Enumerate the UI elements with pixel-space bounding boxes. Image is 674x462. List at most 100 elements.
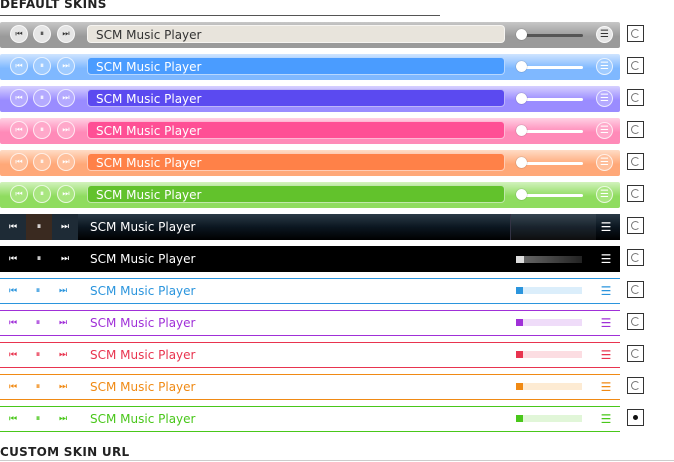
- skin-radio-flat-green[interactable]: [627, 409, 644, 426]
- playlist-icon[interactable]: ☰: [597, 218, 615, 236]
- next-icon[interactable]: ⏭: [57, 25, 75, 43]
- skin-preview-black-glass[interactable]: ⏮ ⏸ ⏭ SCM Music Player ☰: [0, 214, 620, 240]
- playlist-icon[interactable]: ☰: [597, 282, 615, 300]
- pause-icon[interactable]: ⏸: [33, 185, 51, 203]
- prev-icon[interactable]: ⏮: [10, 57, 28, 75]
- prev-icon[interactable]: ⏮: [0, 214, 26, 240]
- prev-icon[interactable]: ⏮: [4, 282, 22, 300]
- pause-icon[interactable]: ⏸: [26, 214, 52, 240]
- volume-knob[interactable]: [516, 157, 527, 168]
- playlist-icon[interactable]: ☰: [597, 314, 615, 332]
- radio-indicator: [631, 93, 640, 102]
- prev-icon[interactable]: ⏮: [10, 89, 28, 107]
- volume-area[interactable]: [510, 214, 596, 240]
- prev-icon[interactable]: ⏮: [4, 410, 22, 428]
- volume-slider[interactable]: [516, 415, 582, 422]
- volume-knob[interactable]: [516, 319, 523, 326]
- skin-preview-flat-green[interactable]: ⏮ ⏸ ⏭ SCM Music Player ☰: [0, 406, 620, 432]
- next-icon[interactable]: ⏭: [54, 314, 72, 332]
- skin-option-black: ⏮ ⏸ ⏭ SCM Music Player ☰: [0, 246, 674, 272]
- skin-preview-black[interactable]: ⏮ ⏸ ⏭ SCM Music Player ☰: [0, 246, 620, 272]
- playlist-icon[interactable]: ☰: [597, 378, 615, 396]
- prev-icon[interactable]: ⏮: [10, 185, 28, 203]
- pause-icon[interactable]: ⏸: [26, 246, 52, 272]
- volume-knob[interactable]: [516, 125, 527, 136]
- next-icon[interactable]: ⏭: [57, 185, 75, 203]
- skin-radio-flat-purple[interactable]: [627, 313, 644, 330]
- volume-knob[interactable]: [516, 93, 527, 104]
- skin-radio-silver[interactable]: [627, 25, 644, 42]
- next-icon[interactable]: ⏭: [54, 346, 72, 364]
- next-icon[interactable]: ⏭: [57, 57, 75, 75]
- skin-preview-flat-blue[interactable]: ⏮ ⏸ ⏭ SCM Music Player ☰: [0, 278, 620, 304]
- volume-knob[interactable]: [516, 287, 523, 294]
- skin-preview-blue[interactable]: ⏮ ⏸ ⏭ SCM Music Player ☰: [0, 54, 620, 80]
- playlist-icon[interactable]: ☰: [596, 122, 613, 139]
- skin-radio-pink[interactable]: [627, 121, 644, 138]
- volume-slider[interactable]: [516, 351, 582, 358]
- volume-knob[interactable]: [516, 383, 523, 390]
- prev-icon[interactable]: ⏮: [10, 25, 28, 43]
- volume-knob[interactable]: [516, 61, 527, 72]
- playlist-icon[interactable]: ☰: [596, 26, 613, 43]
- playlist-icon[interactable]: ☰: [597, 346, 615, 364]
- playlist-icon[interactable]: ☰: [597, 410, 615, 428]
- skin-preview-flat-red[interactable]: ⏮ ⏸ ⏭ SCM Music Player ☰: [0, 342, 620, 368]
- playlist-icon[interactable]: ☰: [596, 186, 613, 203]
- skin-option-flat-orange: ⏮ ⏸ ⏭ SCM Music Player ☰: [0, 374, 674, 400]
- volume-knob[interactable]: [516, 351, 523, 358]
- pause-icon[interactable]: ⏸: [29, 410, 47, 428]
- skin-radio-flat-red[interactable]: [627, 345, 644, 362]
- skin-radio-purple[interactable]: [627, 89, 644, 106]
- next-icon[interactable]: ⏭: [52, 246, 78, 272]
- skin-preview-pink[interactable]: ⏮ ⏸ ⏭ SCM Music Player ☰: [0, 118, 620, 144]
- playlist-icon[interactable]: ☰: [596, 90, 613, 107]
- skin-radio-green[interactable]: [627, 185, 644, 202]
- next-icon[interactable]: ⏭: [54, 282, 72, 300]
- playlist-icon[interactable]: ☰: [596, 154, 613, 171]
- pause-icon[interactable]: ⏸: [29, 346, 47, 364]
- pause-icon[interactable]: ⏸: [29, 282, 47, 300]
- pause-icon[interactable]: ⏸: [33, 121, 51, 139]
- prev-icon[interactable]: ⏮: [10, 121, 28, 139]
- volume-knob[interactable]: [516, 415, 523, 422]
- playlist-icon[interactable]: ☰: [596, 58, 613, 75]
- prev-icon[interactable]: ⏮: [4, 378, 22, 396]
- skin-preview-orange[interactable]: ⏮ ⏸ ⏭ SCM Music Player ☰: [0, 150, 620, 176]
- prev-icon[interactable]: ⏮: [4, 314, 22, 332]
- volume-slider[interactable]: [516, 319, 582, 326]
- volume-slider[interactable]: [516, 287, 582, 294]
- prev-icon[interactable]: ⏮: [0, 246, 26, 272]
- radio-indicator: [631, 221, 640, 230]
- prev-icon[interactable]: ⏮: [10, 153, 28, 171]
- pause-icon[interactable]: ⏸: [33, 153, 51, 171]
- skin-preview-green[interactable]: ⏮ ⏸ ⏭ SCM Music Player ☰: [0, 182, 620, 208]
- pause-icon[interactable]: ⏸: [29, 314, 47, 332]
- next-icon[interactable]: ⏭: [57, 89, 75, 107]
- volume-knob[interactable]: [516, 29, 527, 40]
- next-icon[interactable]: ⏭: [54, 410, 72, 428]
- skin-radio-blue[interactable]: [627, 57, 644, 74]
- skin-radio-orange[interactable]: [627, 153, 644, 170]
- volume-knob[interactable]: [516, 189, 527, 200]
- pause-icon[interactable]: ⏸: [29, 378, 47, 396]
- prev-icon[interactable]: ⏮: [4, 346, 22, 364]
- skin-preview-silver[interactable]: ⏮ ⏸ ⏭ SCM Music Player ☰: [0, 22, 620, 48]
- skin-radio-black-glass[interactable]: [627, 217, 644, 234]
- skin-radio-black[interactable]: [627, 249, 644, 266]
- pause-icon[interactable]: ⏸: [33, 25, 51, 43]
- skin-preview-flat-orange[interactable]: ⏮ ⏸ ⏭ SCM Music Player ☰: [0, 374, 620, 400]
- volume-slider[interactable]: [516, 256, 582, 263]
- pause-icon[interactable]: ⏸: [33, 57, 51, 75]
- volume-slider[interactable]: [516, 383, 582, 390]
- skin-preview-flat-purple[interactable]: ⏮ ⏸ ⏭ SCM Music Player ☰: [0, 310, 620, 336]
- playlist-icon[interactable]: ☰: [597, 250, 615, 268]
- skin-radio-flat-orange[interactable]: [627, 377, 644, 394]
- next-icon[interactable]: ⏭: [57, 121, 75, 139]
- next-icon[interactable]: ⏭: [57, 153, 75, 171]
- next-icon[interactable]: ⏭: [54, 378, 72, 396]
- pause-icon[interactable]: ⏸: [33, 89, 51, 107]
- skin-radio-flat-blue[interactable]: [627, 281, 644, 298]
- next-icon[interactable]: ⏭: [52, 214, 78, 240]
- skin-preview-purple[interactable]: ⏮ ⏸ ⏭ SCM Music Player ☰: [0, 86, 620, 112]
